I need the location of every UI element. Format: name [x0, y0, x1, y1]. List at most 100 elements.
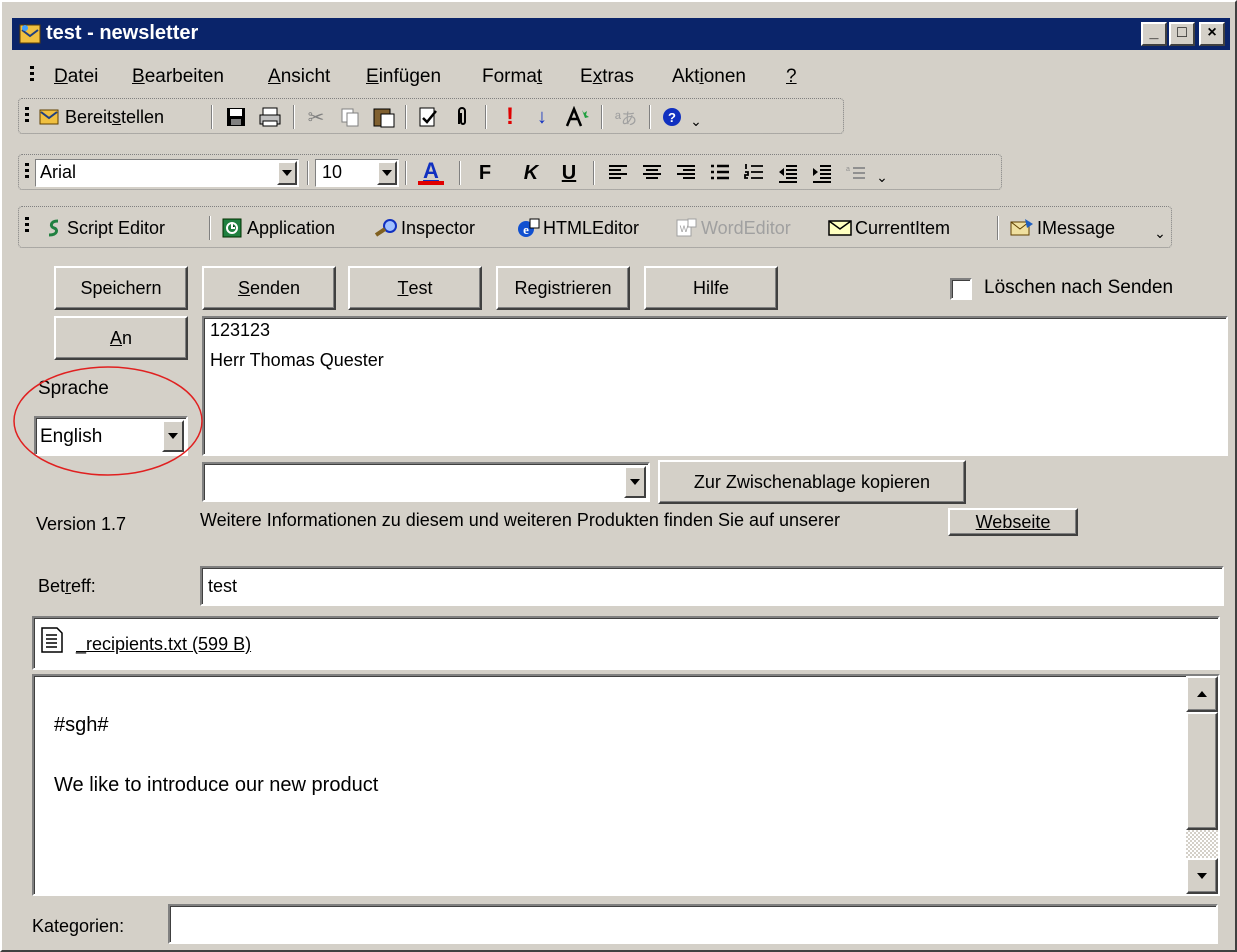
toolbar-overflow-icon[interactable]: ⌄: [875, 165, 889, 189]
menu-help[interactable]: ?: [786, 66, 797, 88]
size-combo[interactable]: 10: [315, 159, 399, 187]
scroll-thumb[interactable]: [1186, 712, 1218, 830]
font-dropdown-arrow[interactable]: [277, 161, 297, 185]
inspector-button[interactable]: Inspector: [401, 218, 475, 239]
increase-indent-icon[interactable]: [809, 161, 835, 185]
to-button[interactable]: An: [54, 316, 188, 360]
separator: [405, 105, 407, 129]
menu-aktionen[interactable]: Aktionen: [672, 66, 746, 88]
underline-button[interactable]: U: [557, 161, 581, 185]
recipient-list-select[interactable]: [202, 462, 650, 502]
recipients-textarea[interactable]: 123123 Herr Thomas Quester: [202, 316, 1228, 456]
italic-button[interactable]: K: [519, 161, 543, 185]
separator: [649, 105, 651, 129]
imessage-icon: [1009, 216, 1035, 240]
cut-icon[interactable]: ✂: [303, 105, 329, 129]
toolbar-grip[interactable]: [25, 107, 29, 125]
menu-extras[interactable]: Extras: [580, 66, 634, 88]
message-body-editor[interactable]: #sgh# We like to introduce our new produ…: [32, 674, 1220, 896]
menu-bearbeiten[interactable]: Bearbeiten: [132, 66, 224, 88]
decrease-indent-icon[interactable]: [775, 161, 801, 185]
imessage-button[interactable]: IMessage: [1037, 218, 1115, 239]
copy-to-clipboard-button[interactable]: Zur Zwischenablage kopieren: [658, 460, 966, 504]
separator: [485, 105, 487, 129]
standard-toolbar: Bereitstellen ✂ ! ↓ ªあ ? ⌄: [18, 98, 844, 134]
newsletter-window: test - newsletter _ □ × Datei Bearbeiten…: [0, 0, 1237, 952]
print-icon[interactable]: [257, 105, 283, 129]
check-names-icon[interactable]: [415, 105, 441, 129]
svg-text:?: ?: [668, 110, 676, 125]
numbered-list-icon[interactable]: [741, 161, 767, 185]
toolbar-grip[interactable]: [25, 163, 29, 181]
svg-text:e: e: [523, 222, 529, 237]
menu-datei[interactable]: Datei: [54, 66, 98, 88]
delete-after-send-checkbox[interactable]: [950, 278, 972, 300]
menu-format[interactable]: Format: [482, 66, 542, 88]
toolbar-overflow-icon[interactable]: ⌄: [1153, 221, 1167, 245]
application-button[interactable]: Application: [247, 218, 335, 239]
size-value: 10: [322, 162, 343, 182]
menu-bar: Datei Bearbeiten Ansicht Einfügen Format…: [12, 60, 1230, 92]
version-label: Version 1.7: [36, 514, 127, 534]
size-dropdown-arrow[interactable]: [377, 161, 397, 185]
attach-icon[interactable]: [449, 105, 475, 129]
menu-ansicht[interactable]: Ansicht: [268, 66, 330, 88]
bold-button[interactable]: F: [473, 161, 497, 185]
menu-grip[interactable]: [30, 66, 34, 84]
formatting-toolbar: Arial 10 A F K U a ⌄: [18, 154, 1002, 190]
current-item-button[interactable]: CurrentItem: [855, 218, 950, 239]
highlight-circle: [13, 366, 203, 476]
website-button[interactable]: Webseite: [948, 508, 1078, 536]
font-color-icon[interactable]: A: [413, 160, 449, 185]
align-center-icon[interactable]: [639, 161, 665, 185]
recipient-line: 123123: [210, 320, 271, 340]
chevron-down-icon: [382, 170, 392, 176]
menu-einfuegen[interactable]: Einfügen: [366, 66, 441, 88]
vertical-scrollbar[interactable]: [1186, 676, 1218, 894]
categories-input[interactable]: [168, 904, 1218, 944]
message-options-icon[interactable]: [563, 105, 591, 129]
script-editor-button[interactable]: Script Editor: [67, 218, 165, 239]
align-left-icon[interactable]: [605, 161, 631, 185]
attachment-link[interactable]: _recipients.txt (599 B): [76, 634, 251, 655]
translate-icon[interactable]: ªあ: [611, 105, 641, 129]
bullet-list-icon[interactable]: [707, 161, 733, 185]
toolbar-overflow-icon[interactable]: ⌄: [689, 109, 703, 133]
toolbar-grip[interactable]: [25, 217, 29, 235]
tools-toolbar: Script Editor Application Inspector e HT…: [18, 206, 1172, 248]
send-button[interactable]: Senden: [202, 266, 336, 310]
font-combo[interactable]: Arial: [35, 159, 299, 187]
separator: [293, 105, 295, 129]
svg-text:W: W: [680, 224, 689, 234]
separator: [209, 216, 211, 240]
save-icon[interactable]: [223, 105, 249, 129]
help-icon[interactable]: ?: [659, 105, 685, 129]
scroll-down-button[interactable]: [1186, 858, 1218, 894]
window-title: test - newsletter: [46, 22, 199, 44]
paste-icon[interactable]: [371, 105, 397, 129]
html-editor-button[interactable]: HTMLEditor: [543, 218, 639, 239]
align-right-icon[interactable]: [673, 161, 699, 185]
importance-low-icon[interactable]: ↓: [529, 105, 555, 129]
separator: [593, 161, 595, 185]
scroll-up-button[interactable]: [1186, 676, 1218, 712]
title-bar[interactable]: test - newsletter _ □ ×: [12, 18, 1230, 50]
text-file-icon[interactable]: [40, 626, 64, 654]
register-button[interactable]: Registrieren: [496, 266, 630, 310]
close-button[interactable]: ×: [1199, 22, 1225, 46]
test-button[interactable]: Test: [348, 266, 482, 310]
recipient-list-dropdown-arrow[interactable]: [624, 466, 646, 498]
word-editor-button[interactable]: WordEditor: [701, 218, 791, 239]
style-icon[interactable]: a: [843, 161, 869, 185]
svg-text:a: a: [846, 166, 850, 173]
save-button[interactable]: Speichern: [54, 266, 188, 310]
minimize-button[interactable]: _: [1141, 22, 1167, 46]
subject-input[interactable]: test: [200, 566, 1224, 606]
maximize-button[interactable]: □: [1169, 22, 1195, 46]
scroll-track[interactable]: [1186, 830, 1218, 858]
separator: [405, 161, 407, 185]
help-button[interactable]: Hilfe: [644, 266, 778, 310]
importance-high-icon[interactable]: !: [497, 103, 523, 130]
distribute-button[interactable]: Bereitstellen: [65, 107, 164, 128]
copy-icon[interactable]: [337, 105, 363, 129]
